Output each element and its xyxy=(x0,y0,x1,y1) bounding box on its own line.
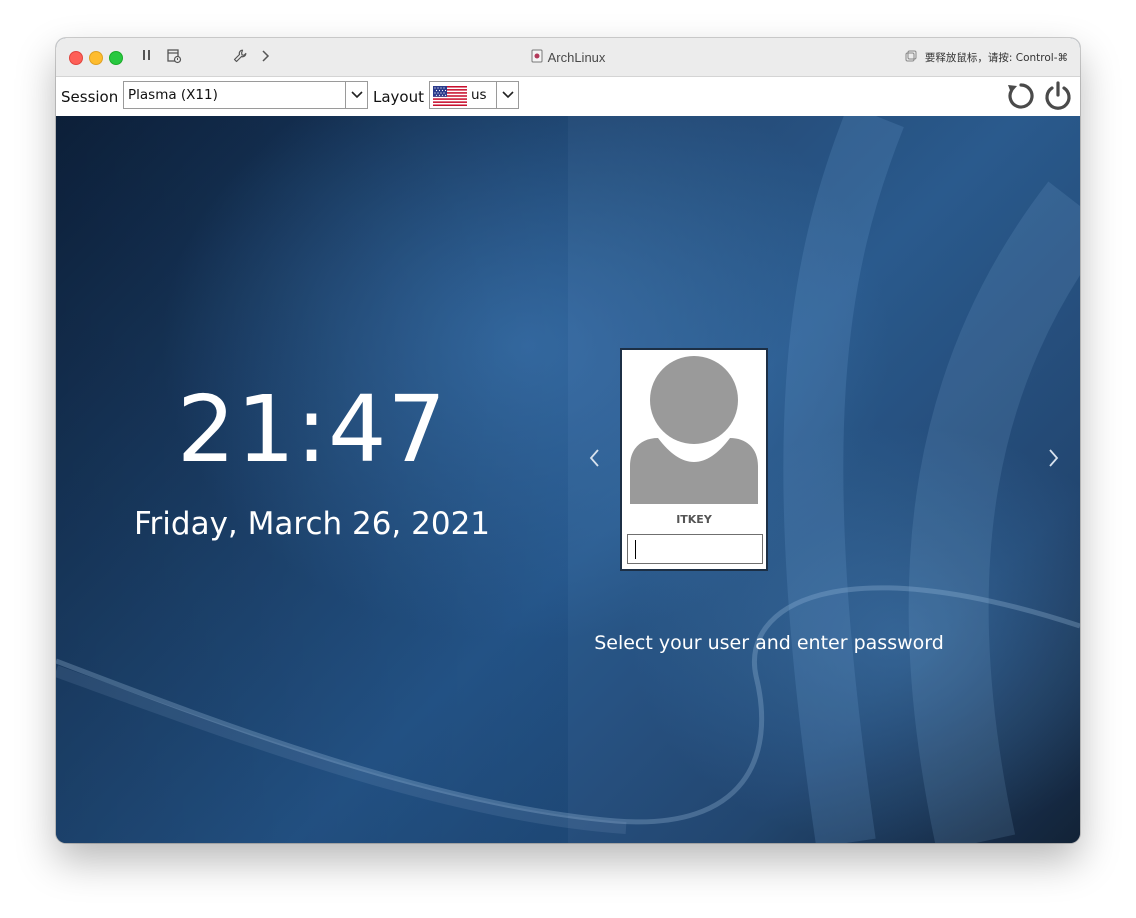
snapshot-icon[interactable] xyxy=(166,48,182,66)
zoom-window-button[interactable] xyxy=(109,51,123,65)
layout-select[interactable]: us xyxy=(429,81,519,109)
power-icon xyxy=(1045,81,1071,110)
release-mouse-hint: 要释放鼠标，请按: Control-⌘ xyxy=(924,52,1068,64)
password-input[interactable] xyxy=(627,534,763,564)
us-flag-icon xyxy=(433,86,467,110)
restart-button[interactable] xyxy=(1005,80,1037,112)
layout-value: us xyxy=(471,87,487,103)
title-bar: ArchLinux 要释放鼠标，请按: Control-⌘ xyxy=(56,38,1080,77)
login-prompt: Select your user and enter password xyxy=(594,632,944,654)
document-icon xyxy=(531,49,543,66)
restore-window-icon[interactable] xyxy=(905,50,917,65)
session-select[interactable]: Plasma (X11) xyxy=(123,81,368,109)
chevron-down-icon[interactable] xyxy=(345,82,367,108)
window-title: ArchLinux xyxy=(547,50,606,65)
shutdown-button[interactable] xyxy=(1042,80,1074,112)
avatar-icon xyxy=(630,354,758,510)
chevron-down-icon[interactable] xyxy=(496,82,518,108)
layout-label: Layout xyxy=(373,88,424,106)
chevron-right-icon[interactable] xyxy=(1045,446,1061,470)
close-window-button[interactable] xyxy=(69,51,83,65)
user-name: ITKEY xyxy=(676,513,712,526)
clock-time: 21:47 xyxy=(176,376,448,483)
user-card[interactable]: ITKEY xyxy=(620,348,768,571)
login-screen: 21:47 Friday, March 26, 2021 ITKEY Selec… xyxy=(56,116,1080,843)
vm-window: ArchLinux 要释放鼠标，请按: Control-⌘ Session Pl… xyxy=(56,38,1080,843)
restart-icon xyxy=(1008,83,1034,109)
session-label: Session xyxy=(61,88,119,106)
wrench-icon[interactable] xyxy=(232,48,248,66)
clock-date: Friday, March 26, 2021 xyxy=(133,506,491,542)
pause-icon[interactable] xyxy=(140,48,154,66)
minimize-window-button[interactable] xyxy=(89,51,103,65)
chevron-right-icon[interactable] xyxy=(258,48,272,66)
text-caret xyxy=(635,540,636,559)
session-value: Plasma (X11) xyxy=(128,87,218,103)
greeter-toolbar: Session Plasma (X11) Layout us xyxy=(56,77,1080,116)
chevron-left-icon[interactable] xyxy=(587,446,603,470)
